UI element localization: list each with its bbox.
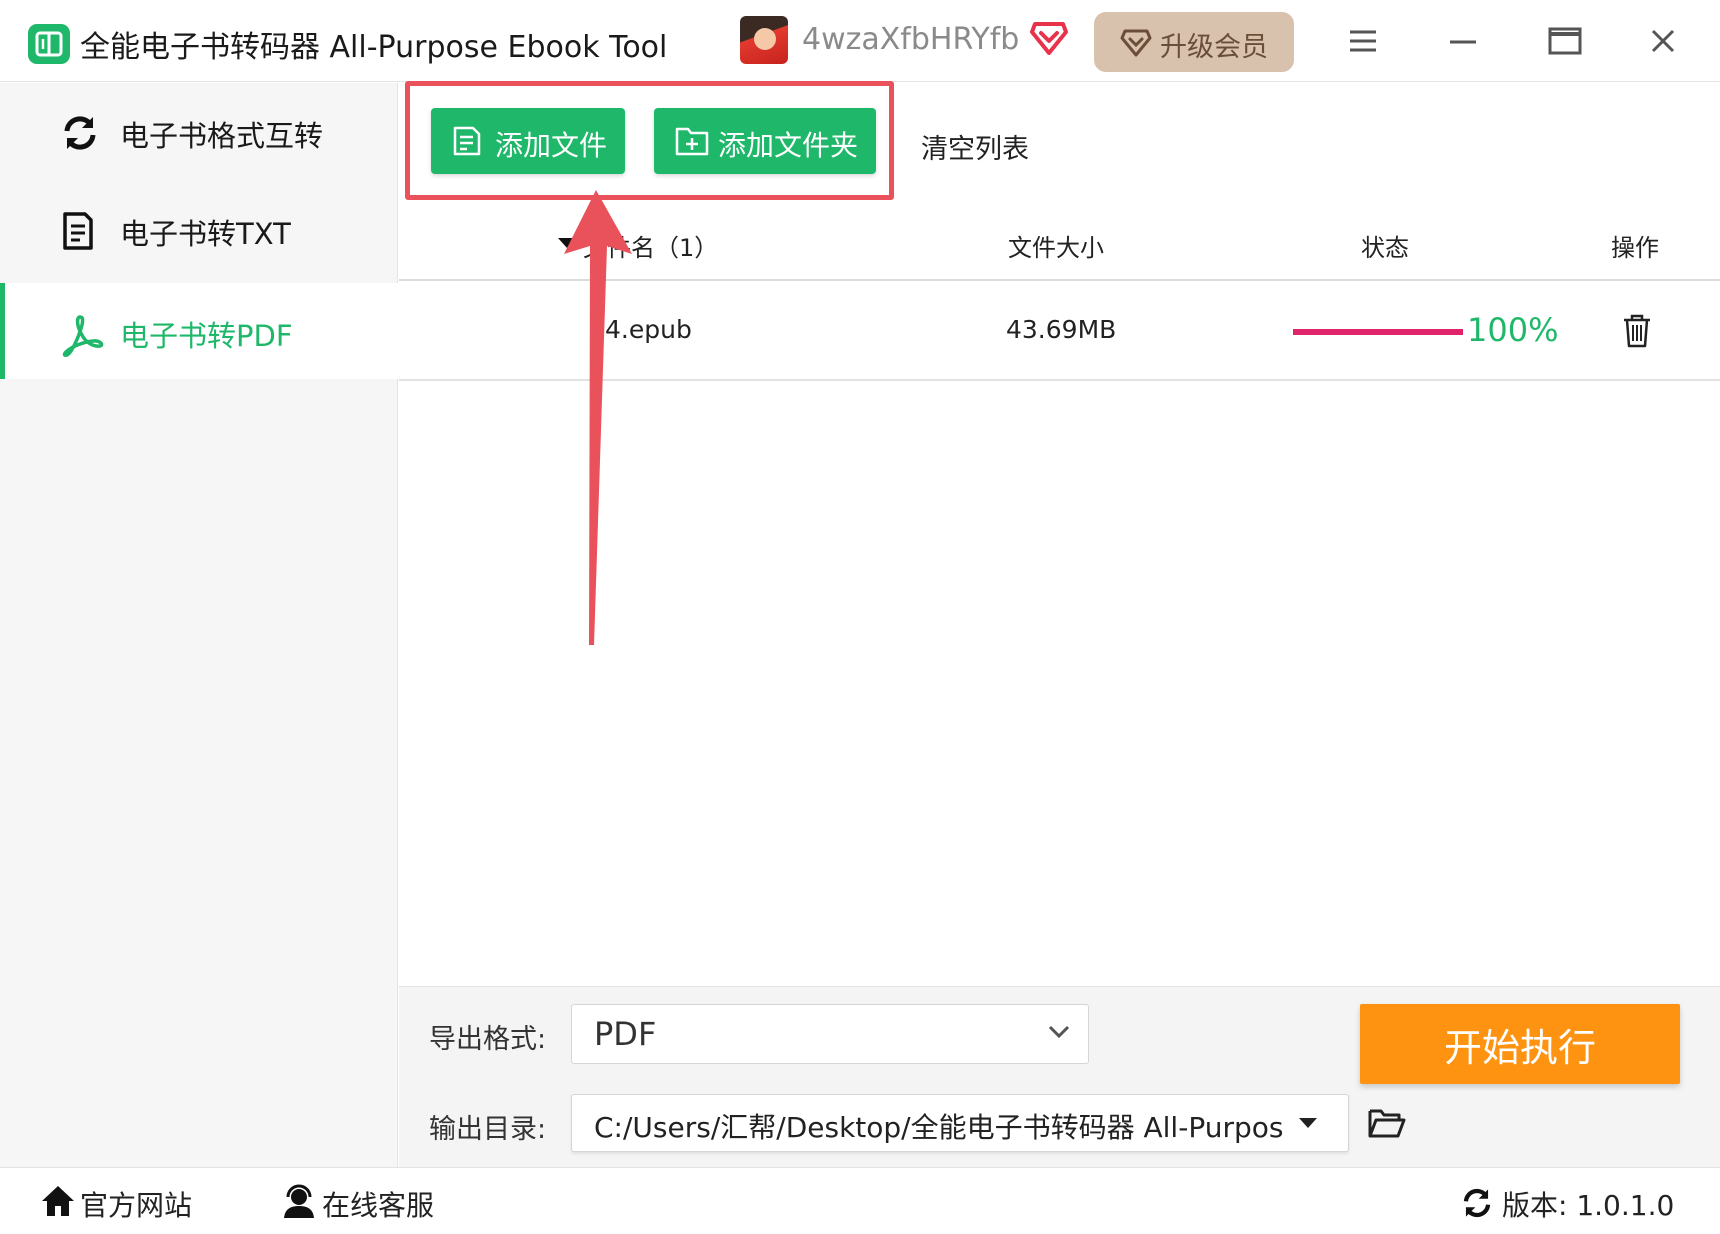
file-table-header: 文件名（1） 文件大小 状态 操作 <box>399 201 1720 281</box>
column-header-actions: 操作 <box>1611 234 1659 262</box>
column-header-filename[interactable]: 文件名（1） <box>583 228 718 263</box>
online-support-label: 在线客服 <box>322 1189 435 1222</box>
diamond-icon <box>1120 29 1152 57</box>
add-folder-icon <box>675 127 709 156</box>
column-header-status: 状态 <box>1361 234 1409 262</box>
add-file-icon <box>453 126 481 156</box>
add-folder-label: 添加文件夹 <box>718 129 859 162</box>
sidebar-item-label: 电子书转TXT <box>120 217 291 251</box>
hamburger-icon <box>1350 30 1376 52</box>
app-logo-icon <box>28 24 70 64</box>
version-label: 版本: 1.0.1.0 <box>1502 1189 1675 1222</box>
output-dir-value: C:/Users/汇帮/Desktop/全能电子书转码器 All-Purpose… <box>594 1111 1284 1144</box>
document-icon <box>63 212 93 250</box>
minimize-icon <box>1450 40 1476 44</box>
update-refresh-icon[interactable] <box>1460 1186 1494 1220</box>
progress-bar <box>1293 329 1463 335</box>
output-dir-select[interactable]: C:/Users/汇帮/Desktop/全能电子书转码器 All-Purpose… <box>571 1094 1349 1152</box>
file-name: 4.epub <box>605 315 692 344</box>
add-folder-button[interactable]: 添加文件夹 <box>654 108 876 174</box>
export-format-value: PDF <box>594 1015 657 1053</box>
vip-diamond-icon <box>1030 22 1068 55</box>
refresh-icon <box>64 116 96 150</box>
toolbar: 添加文件 添加文件夹 清空列表 <box>399 83 1720 201</box>
progress-percent: 100% <box>1467 311 1559 349</box>
customer-service-icon <box>284 1184 314 1218</box>
footer-bar: 官方网站 在线客服 版本: 1.0.1.0 <box>0 1167 1720 1234</box>
sidebar: 电子书格式互转 电子书转TXT 电子书转PDF <box>0 83 398 1234</box>
file-size: 43.69MB <box>1006 315 1117 344</box>
menu-button[interactable] <box>1338 18 1388 64</box>
output-settings-panel: 导出格式: PDF 开始执行 输出目录: C:/Users/汇帮/Desktop… <box>399 986 1720 1167</box>
pdf-icon <box>62 315 104 357</box>
clear-list-button[interactable]: 清空列表 <box>921 127 1029 166</box>
export-format-select[interactable]: PDF <box>571 1004 1089 1064</box>
home-icon <box>42 1186 74 1216</box>
chevron-down-icon <box>1048 1025 1070 1039</box>
app-title: 全能电子书转码器 All-Purpose Ebook Tool <box>80 30 668 65</box>
official-website-label: 官方网站 <box>80 1189 193 1222</box>
maximize-button[interactable] <box>1538 18 1588 64</box>
sidebar-item-label: 电子书转PDF <box>120 319 293 353</box>
sidebar-item-format-convert[interactable]: 电子书格式互转 <box>0 83 398 179</box>
add-file-label: 添加文件 <box>495 129 608 162</box>
output-dir-label: 输出目录: <box>429 1114 547 1145</box>
column-header-filesize: 文件大小 <box>1008 234 1104 262</box>
app-window: 全能电子书转码器 All-Purpose Ebook Tool 4wzaXfbH… <box>0 0 1720 1234</box>
dropdown-triangle-icon <box>1299 1118 1317 1128</box>
progress-bar-fill <box>1293 329 1463 335</box>
avatar[interactable] <box>740 16 788 64</box>
sidebar-item-to-txt[interactable]: 电子书转TXT <box>0 181 398 277</box>
sort-down-icon[interactable] <box>557 237 577 249</box>
table-row[interactable]: 4.epub 43.69MB 100% <box>399 283 1720 381</box>
start-button[interactable]: 开始执行 <box>1360 1004 1680 1084</box>
minimize-button[interactable] <box>1438 18 1488 64</box>
add-file-button[interactable]: 添加文件 <box>431 108 625 174</box>
maximize-icon <box>1548 27 1582 55</box>
sidebar-item-label: 电子书格式互转 <box>120 119 324 153</box>
upgrade-vip-button[interactable]: 升级会员 <box>1094 12 1294 72</box>
close-button[interactable] <box>1638 18 1688 64</box>
close-icon <box>1651 29 1675 53</box>
upgrade-label: 升级会员 <box>1160 32 1268 63</box>
open-folder-icon[interactable] <box>1367 1105 1407 1141</box>
export-format-label: 导出格式: <box>429 1024 547 1055</box>
title-bar: 全能电子书转码器 All-Purpose Ebook Tool 4wzaXfbH… <box>0 0 1720 82</box>
trash-icon[interactable] <box>1621 313 1653 349</box>
sidebar-item-to-pdf[interactable]: 电子书转PDF <box>0 283 398 379</box>
username: 4wzaXfbHRYfb <box>802 22 1020 57</box>
